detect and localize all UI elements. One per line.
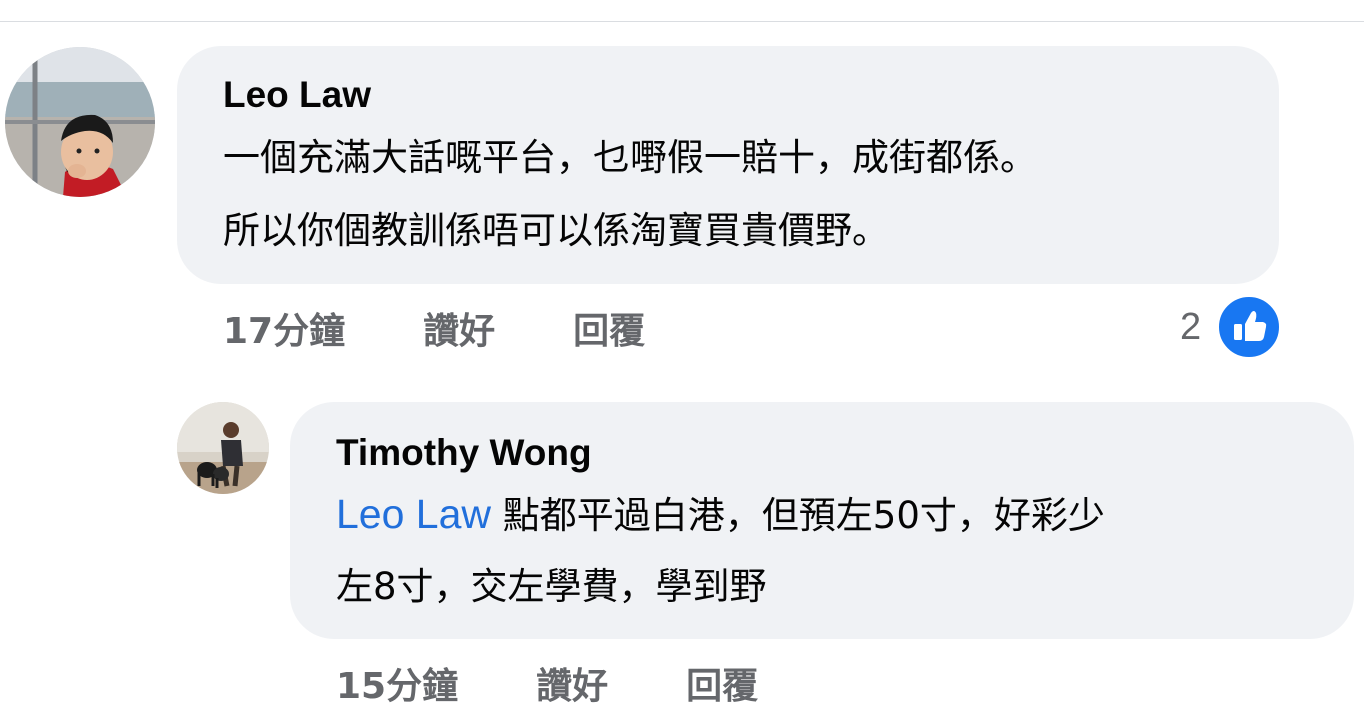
reply-text-line-1: Leo Law 點都平過白港，但預左50寸，好彩少 (336, 479, 1105, 551)
reply-text-line-2: 左8寸，交左學費，學到野 (336, 565, 767, 608)
comment-actions: 17分鐘 讚好 回覆 (223, 306, 645, 352)
reply-timestamp[interactable]: 15分鐘 (336, 657, 458, 709)
reaction-count[interactable]: 2 (1180, 306, 1201, 349)
reply-like-button[interactable]: 讚好 (536, 657, 608, 709)
reply-text: 點都平過白港，但預左50寸，好彩少 (491, 494, 1105, 537)
thumbs-up-icon[interactable] (1216, 294, 1282, 360)
reply-button[interactable]: 回覆 (573, 302, 645, 354)
like-button[interactable]: 讚好 (423, 302, 495, 354)
reply-author-name[interactable]: Timothy Wong (336, 432, 592, 474)
comment-author-name[interactable]: Leo Law (223, 74, 371, 116)
reply-actions: 15分鐘 讚好 回覆 (336, 661, 758, 707)
mention-leo-law[interactable]: Leo Law (336, 491, 491, 537)
divider (0, 21, 1364, 22)
comment-bubble: Leo Law 一個充滿大話嘅平台，乜嘢假一賠十，成街都係。 所以你個教訓係唔可… (177, 46, 1279, 284)
reply-reply-button[interactable]: 回覆 (686, 657, 758, 709)
comment-text-line-2: 所以你個教訓係唔可以係淘寶買貴價野。 (223, 209, 889, 252)
comment-text-line-1: 一個充滿大話嘅平台，乜嘢假一賠十，成街都係。 (223, 136, 1037, 179)
comment-timestamp[interactable]: 17分鐘 (223, 302, 345, 354)
comment-thread: Leo Law 一個充滿大話嘅平台，乜嘢假一賠十，成街都係。 所以你個教訓係唔可… (0, 0, 1364, 715)
avatar-timothy-wong[interactable] (177, 402, 269, 494)
reply-bubble: Timothy Wong Leo Law 點都平過白港，但預左50寸，好彩少 左… (290, 402, 1354, 639)
avatar-leo-law[interactable] (5, 47, 155, 197)
